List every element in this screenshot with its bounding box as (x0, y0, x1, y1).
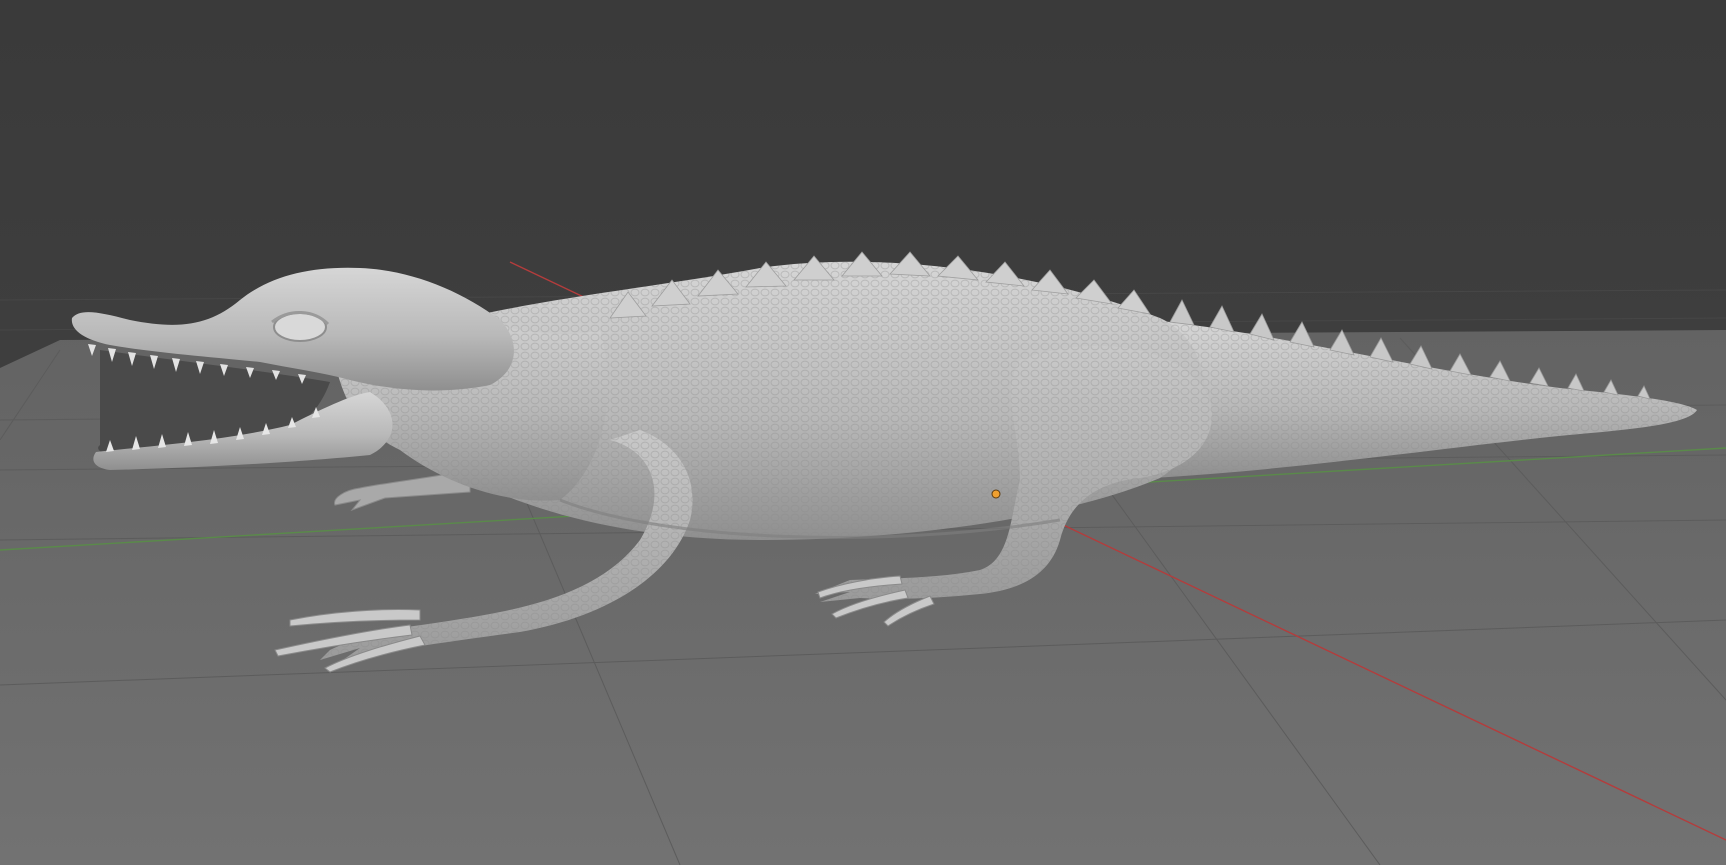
3d-viewport[interactable] (0, 0, 1726, 865)
object-origin-dot-icon[interactable] (991, 489, 1001, 499)
viewport-canvas[interactable] (0, 0, 1726, 865)
